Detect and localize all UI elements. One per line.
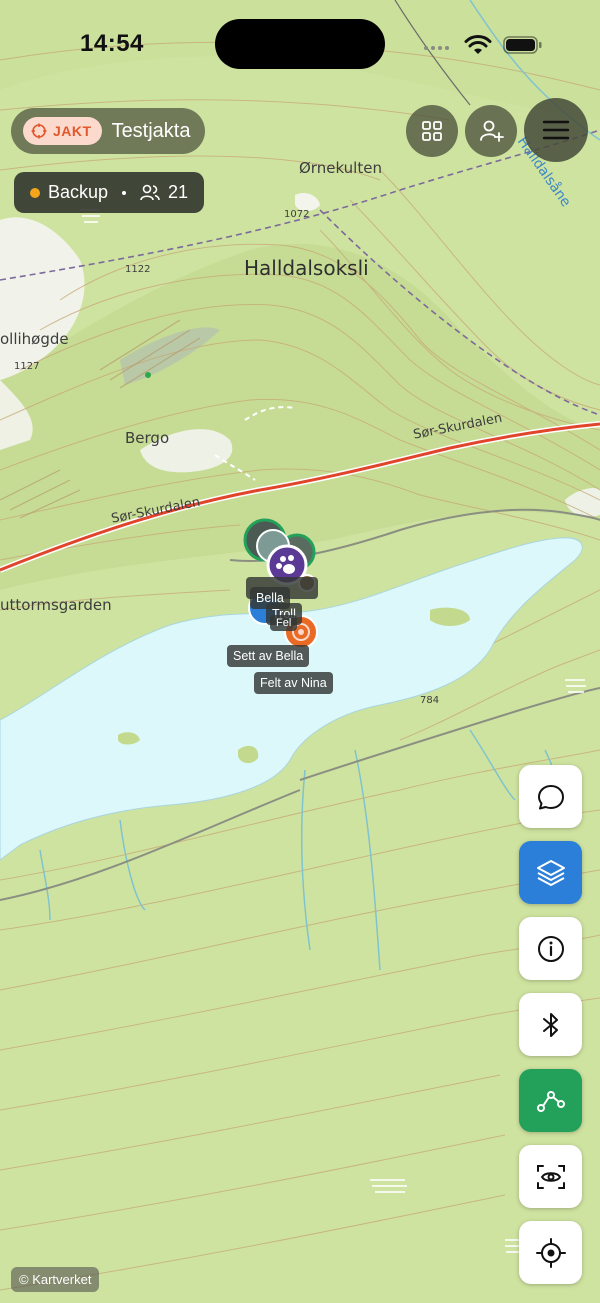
place-label-halldalsoksli: Halldalsoksli xyxy=(244,256,369,280)
place-label-bollihogde: ollihøgde xyxy=(0,330,69,348)
elevation-label: 1122 xyxy=(125,264,151,275)
signal-icon xyxy=(424,46,449,50)
route-button[interactable] xyxy=(519,1069,582,1132)
elevation-label: 784 xyxy=(420,695,440,706)
backup-label: Backup xyxy=(48,182,109,202)
menu-icon xyxy=(542,120,570,140)
elevation-label: 1072 xyxy=(284,209,310,220)
scan-eye-icon xyxy=(536,1164,565,1189)
elevation-label: 1127 xyxy=(14,361,40,372)
layers-icon xyxy=(536,859,565,886)
dynamic-island xyxy=(215,19,385,69)
add-user-icon xyxy=(480,120,504,142)
hunt-selector[interactable]: JAKT Testjakta xyxy=(11,108,205,154)
participant-count: 21 xyxy=(168,182,189,202)
info-button[interactable] xyxy=(519,917,582,980)
users-icon xyxy=(140,184,160,200)
hunt-badge: JAKT xyxy=(23,117,102,145)
bluetooth-button[interactable] xyxy=(519,993,582,1056)
scan-eye-button[interactable] xyxy=(519,1145,582,1208)
crosshair-icon xyxy=(31,123,47,139)
locate-button[interactable] xyxy=(519,1221,582,1284)
chat-button[interactable] xyxy=(519,765,582,828)
backup-status-dot xyxy=(30,187,40,198)
place-label-uttormsgarden: uttormsgarden xyxy=(0,596,112,614)
chat-icon xyxy=(537,784,564,809)
add-user-button[interactable] xyxy=(465,105,517,157)
locate-icon xyxy=(535,1237,566,1268)
marker-label-fel[interactable]: Fel xyxy=(270,615,298,631)
route-icon xyxy=(536,1090,565,1112)
marker-label-felt-av-nina[interactable]: Felt av Nina xyxy=(254,672,333,694)
grid-button[interactable] xyxy=(406,105,458,157)
info-icon xyxy=(537,935,564,962)
separator-dot xyxy=(122,190,127,195)
hunt-name: Testjakta xyxy=(111,119,191,142)
layers-button[interactable] xyxy=(519,841,582,904)
place-label-bergo: Bergo xyxy=(125,429,170,447)
marker-label-sett-av-bella[interactable]: Sett av Bella xyxy=(227,645,310,667)
map-attribution[interactable]: © Kartverket xyxy=(11,1267,100,1292)
battery-icon xyxy=(503,36,542,54)
bluetooth-icon xyxy=(542,1012,558,1037)
status-time: 14:54 xyxy=(80,30,144,57)
menu-button[interactable] xyxy=(524,98,588,162)
place-label-ornekulten: Ørnekulten xyxy=(299,159,382,177)
wifi-icon xyxy=(464,35,492,54)
hunt-badge-label: JAKT xyxy=(53,123,92,139)
grid-icon xyxy=(422,121,442,141)
backup-status[interactable]: Backup 21 xyxy=(14,172,205,213)
